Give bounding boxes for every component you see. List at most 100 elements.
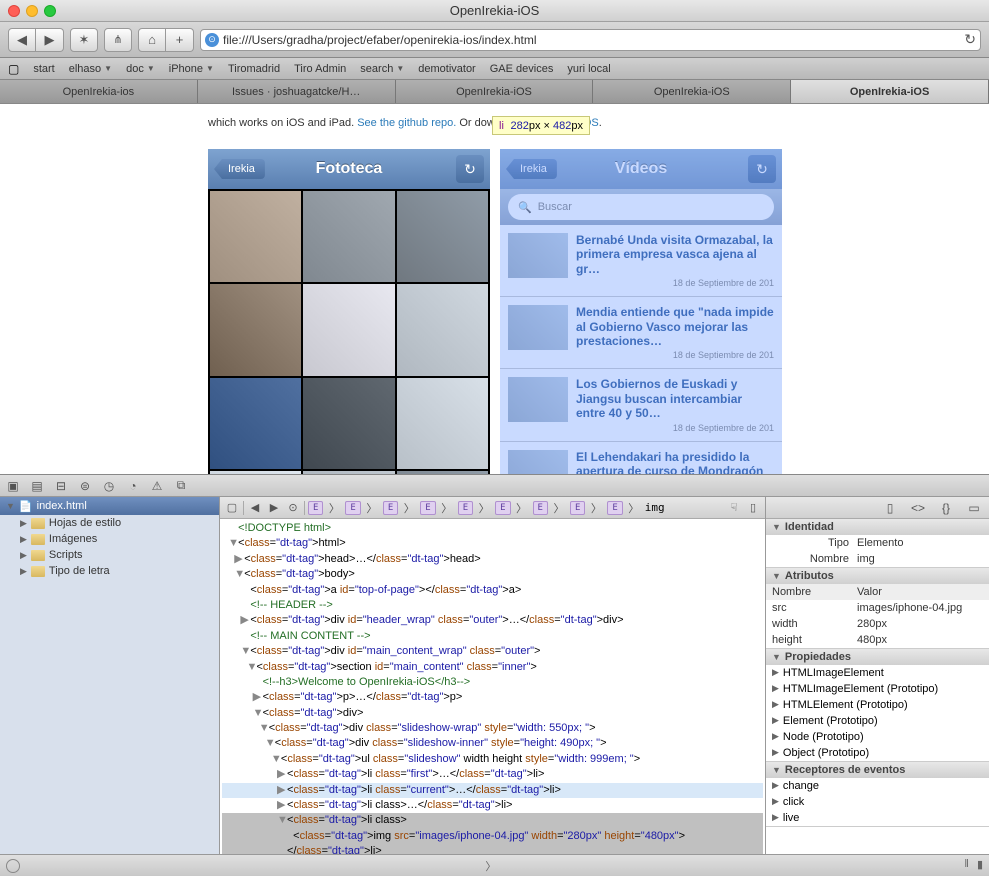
- property-row[interactable]: ▶Element (Prototipo): [766, 713, 989, 729]
- bc-tag[interactable]: E: [420, 501, 435, 515]
- bookmark-item[interactable]: Tiromadrid: [228, 63, 280, 75]
- home-button[interactable]: ⌂: [138, 28, 166, 52]
- dom-tree-node[interactable]: ▼<class="dt-tag">section id="main_conten…: [222, 660, 763, 675]
- reload-button[interactable]: ↻: [964, 31, 976, 48]
- dom-tree-node[interactable]: ▼<class="dt-tag">div class="slideshow-wr…: [222, 721, 763, 736]
- bc-hand-icon[interactable]: ☟: [726, 500, 742, 516]
- dt-profile-icon[interactable]: ◔: [124, 478, 142, 494]
- bc-layout-icon[interactable]: ▯: [745, 500, 761, 516]
- bookmark-item[interactable]: doc▼: [126, 63, 155, 75]
- bookmark-item[interactable]: demotivator: [418, 63, 475, 75]
- browser-tab[interactable]: OpenIrekia-ios: [0, 80, 198, 103]
- dt-resources-icon[interactable]: ▤: [28, 478, 46, 494]
- bc-target-icon[interactable]: ⊙: [285, 500, 301, 516]
- bc-square-icon[interactable]: ▢: [224, 500, 240, 516]
- zoom-window-button[interactable]: [44, 5, 56, 17]
- bookmarks-icon[interactable]: ▢: [8, 62, 19, 76]
- bookmark-item[interactable]: Tiro Admin: [294, 63, 346, 75]
- dom-tree-node[interactable]: ▼<class="dt-tag">html>: [222, 536, 763, 551]
- attribute-row[interactable]: height480px: [766, 632, 989, 648]
- browser-tab[interactable]: OpenIrekia-iOS: [791, 80, 989, 103]
- bookmark-item[interactable]: GAE devices: [490, 63, 554, 75]
- pause-icon[interactable]: ‖: [964, 858, 969, 874]
- dt-console-icon[interactable]: ⧉: [172, 478, 190, 494]
- bookmark-item[interactable]: elhaso▼: [69, 63, 112, 75]
- dom-tree-node[interactable]: ▼<class="dt-tag">li class>: [222, 813, 763, 828]
- dt-elements-icon[interactable]: ▣: [4, 478, 22, 494]
- bc-tag[interactable]: E: [570, 501, 585, 515]
- bc-prev-icon[interactable]: ◀: [247, 500, 263, 516]
- attribute-row[interactable]: srcimages/iphone-04.jpg: [766, 600, 989, 616]
- dom-tree-node[interactable]: ▼<class="dt-tag">div>: [222, 706, 763, 721]
- bc-tag[interactable]: E: [495, 501, 510, 515]
- dom-tree-node[interactable]: ▼<class="dt-tag">div id="main_content_wr…: [222, 644, 763, 659]
- bookmark-item[interactable]: yuri local: [567, 63, 610, 75]
- step-icon[interactable]: ▮: [977, 858, 983, 874]
- dom-tree-node[interactable]: ▶<class="dt-tag">head>…</class="dt-tag">…: [222, 552, 763, 567]
- property-row[interactable]: ▶Node (Prototipo): [766, 729, 989, 745]
- console-prompt-icon[interactable]: 〉: [485, 858, 496, 874]
- sidebar-file-header[interactable]: ▼ 📄 index.html: [0, 497, 219, 515]
- dom-tree-node[interactable]: ▼<class="dt-tag">body>: [222, 567, 763, 582]
- dom-tree-node[interactable]: <class="dt-tag">img src="images/iphone-0…: [222, 829, 763, 844]
- search-icon[interactable]: [6, 859, 20, 873]
- bc-next-icon[interactable]: ▶: [266, 500, 282, 516]
- back-button[interactable]: ◀: [8, 28, 36, 52]
- bc-tag[interactable]: E: [383, 501, 398, 515]
- bookmark-item[interactable]: search▼: [360, 63, 404, 75]
- dt-warn-icon[interactable]: ⚠: [148, 478, 166, 494]
- bc-tag[interactable]: E: [458, 501, 473, 515]
- property-row[interactable]: ▶Object (Prototipo): [766, 745, 989, 761]
- forward-button[interactable]: ▶: [36, 28, 64, 52]
- dom-tree-node[interactable]: ▼<class="dt-tag">div class="slideshow-in…: [222, 736, 763, 751]
- insp-ruler-icon[interactable]: ▭: [965, 500, 983, 516]
- sidebar-folder[interactable]: ▶Scripts: [0, 547, 219, 563]
- reader-button[interactable]: ✶: [70, 28, 98, 52]
- dom-tree-node[interactable]: <!DOCTYPE html>: [222, 521, 763, 536]
- dt-timeline-icon[interactable]: ◷: [100, 478, 118, 494]
- dom-tree-node[interactable]: ▶<class="dt-tag">li class>…</class="dt-t…: [222, 798, 763, 813]
- dom-tree-node[interactable]: <class="dt-tag">a id="top-of-page"></cla…: [222, 583, 763, 598]
- minimize-window-button[interactable]: [26, 5, 38, 17]
- insp-doc-icon[interactable]: ▯: [881, 500, 899, 516]
- dom-tree-node[interactable]: ▶<class="dt-tag">p>…</class="dt-tag">p>: [222, 690, 763, 705]
- browser-tab[interactable]: OpenIrekia-iOS: [593, 80, 791, 103]
- bc-tag[interactable]: E: [345, 501, 360, 515]
- sidebar-folder[interactable]: ▶Tipo de letra: [0, 563, 219, 579]
- attribute-row[interactable]: width280px: [766, 616, 989, 632]
- section-events[interactable]: ▼Receptores de eventos: [766, 762, 989, 778]
- sidebar-folder[interactable]: ▶Imágenes: [0, 531, 219, 547]
- bookmark-item[interactable]: start: [33, 63, 54, 75]
- property-row[interactable]: ▶HTMLImageElement: [766, 665, 989, 681]
- dom-tree-node[interactable]: ▼<class="dt-tag">ul class="slideshow" wi…: [222, 752, 763, 767]
- browser-tab[interactable]: OpenIrekia-iOS: [396, 80, 594, 103]
- property-row[interactable]: ▶HTMLImageElement (Prototipo): [766, 681, 989, 697]
- insp-code-icon[interactable]: <>: [909, 500, 927, 516]
- event-row[interactable]: ▶click: [766, 794, 989, 810]
- rss-button[interactable]: ⋔: [104, 28, 132, 52]
- section-properties[interactable]: ▼Propiedades: [766, 649, 989, 665]
- property-row[interactable]: ▶HTMLElement (Prototipo): [766, 697, 989, 713]
- event-row[interactable]: ▶change: [766, 778, 989, 794]
- url-bar[interactable]: ⊙ file:///Users/gradha/project/efaber/op…: [200, 29, 981, 51]
- add-button[interactable]: +: [166, 28, 194, 52]
- bc-tag[interactable]: E: [308, 501, 323, 515]
- dom-tree-node[interactable]: <!--h3>Welcome to OpenIrekia-iOS</h3-->: [222, 675, 763, 690]
- dom-tree[interactable]: <!DOCTYPE html> ▼<class="dt-tag">html> ▶…: [220, 519, 765, 854]
- dt-db-icon[interactable]: ⊜: [76, 478, 94, 494]
- bookmark-item[interactable]: iPhone▼: [169, 63, 214, 75]
- dt-network-icon[interactable]: ⊟: [52, 478, 70, 494]
- dom-tree-node[interactable]: ▶<class="dt-tag">li class="first">…</cla…: [222, 767, 763, 782]
- event-row[interactable]: ▶live: [766, 810, 989, 826]
- section-attributes[interactable]: ▼Atributos: [766, 568, 989, 584]
- dom-tree-node[interactable]: ▶<class="dt-tag">div id="header_wrap" cl…: [222, 613, 763, 628]
- sidebar-folder[interactable]: ▶Hojas de estilo: [0, 515, 219, 531]
- dom-tree-node[interactable]: <!-- HEADER -->: [222, 598, 763, 613]
- github-link[interactable]: See the github repo.: [357, 117, 456, 129]
- dom-tree-node[interactable]: ▶<class="dt-tag">li class="current">…</c…: [222, 783, 763, 798]
- bc-tag[interactable]: E: [533, 501, 548, 515]
- section-identity[interactable]: ▼Identidad: [766, 519, 989, 535]
- dom-tree-node[interactable]: <!-- MAIN CONTENT -->: [222, 629, 763, 644]
- browser-tab[interactable]: Issues · joshuagatcke/H…: [198, 80, 396, 103]
- insp-braces-icon[interactable]: {}: [937, 500, 955, 516]
